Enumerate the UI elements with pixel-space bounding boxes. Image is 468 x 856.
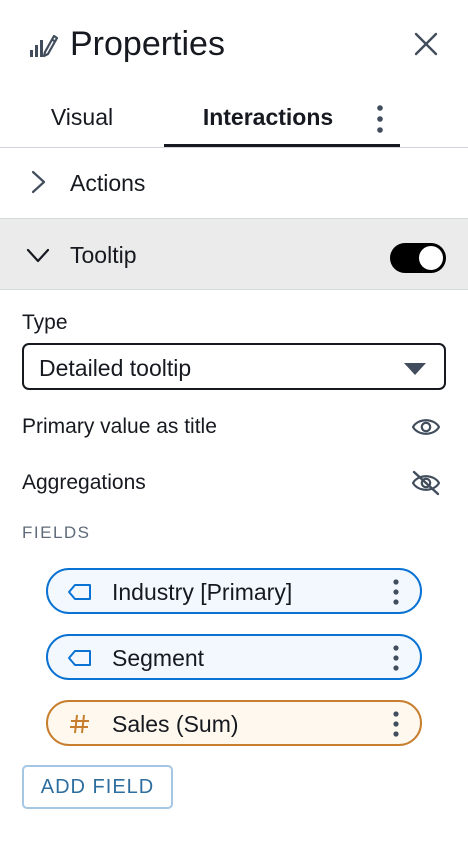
measure-hash-icon [70, 714, 89, 734]
tab-visual[interactable]: Visual [0, 90, 164, 148]
primary-value-label: Primary value as title [22, 415, 217, 438]
eye-icon[interactable] [410, 413, 442, 441]
chevron-down-icon [26, 248, 50, 263]
chevron-right-icon [31, 170, 46, 194]
panel-header: Properties [0, 0, 468, 90]
tooltip-toggle[interactable] [390, 243, 446, 273]
actions-label: Actions [70, 170, 146, 196]
tab-interactions[interactable]: Interactions [164, 90, 400, 148]
field-chip-industry[interactable]: Industry [Primary] [46, 568, 422, 614]
field-chip-label: Sales (Sum) [112, 711, 239, 737]
field-chip-label: Segment [112, 645, 205, 671]
field-chip-sales[interactable]: Sales (Sum) [46, 700, 422, 746]
toggle-knob [419, 246, 443, 270]
dimension-tag-icon [68, 584, 91, 600]
caret-down-icon [404, 363, 426, 375]
tooltip-type-select[interactable]: Detailed tooltip [22, 343, 446, 390]
field-chip-label: Industry [Primary] [112, 579, 293, 605]
field-chip-segment[interactable]: Segment [46, 634, 422, 680]
tooltip-type-value: Detailed tooltip [39, 355, 192, 381]
add-field-button[interactable]: ADD FIELD [22, 765, 173, 809]
dimension-tag-icon [68, 650, 91, 666]
close-icon[interactable] [412, 30, 440, 58]
field-menu-icon[interactable] [386, 575, 406, 609]
chart-pencil-icon [30, 34, 58, 58]
tooltip-label: Tooltip [70, 242, 137, 268]
tab-visual-label: Visual [50, 104, 114, 130]
tab-bar: Visual Interactions [0, 90, 468, 148]
eye-off-icon[interactable] [410, 469, 442, 497]
tooltip-section-header[interactable]: Tooltip [0, 218, 468, 290]
fields-heading: FIELDS [22, 523, 91, 542]
active-tab-indicator [164, 144, 400, 147]
more-options-icon[interactable] [368, 102, 392, 136]
aggregations-label: Aggregations [22, 471, 146, 494]
type-label: Type [22, 311, 68, 334]
panel-title: Properties [70, 25, 225, 63]
actions-section-header[interactable]: Actions [0, 148, 468, 220]
field-menu-icon[interactable] [386, 707, 406, 741]
tab-interactions-label: Interactions [202, 104, 334, 130]
field-menu-icon[interactable] [386, 641, 406, 675]
